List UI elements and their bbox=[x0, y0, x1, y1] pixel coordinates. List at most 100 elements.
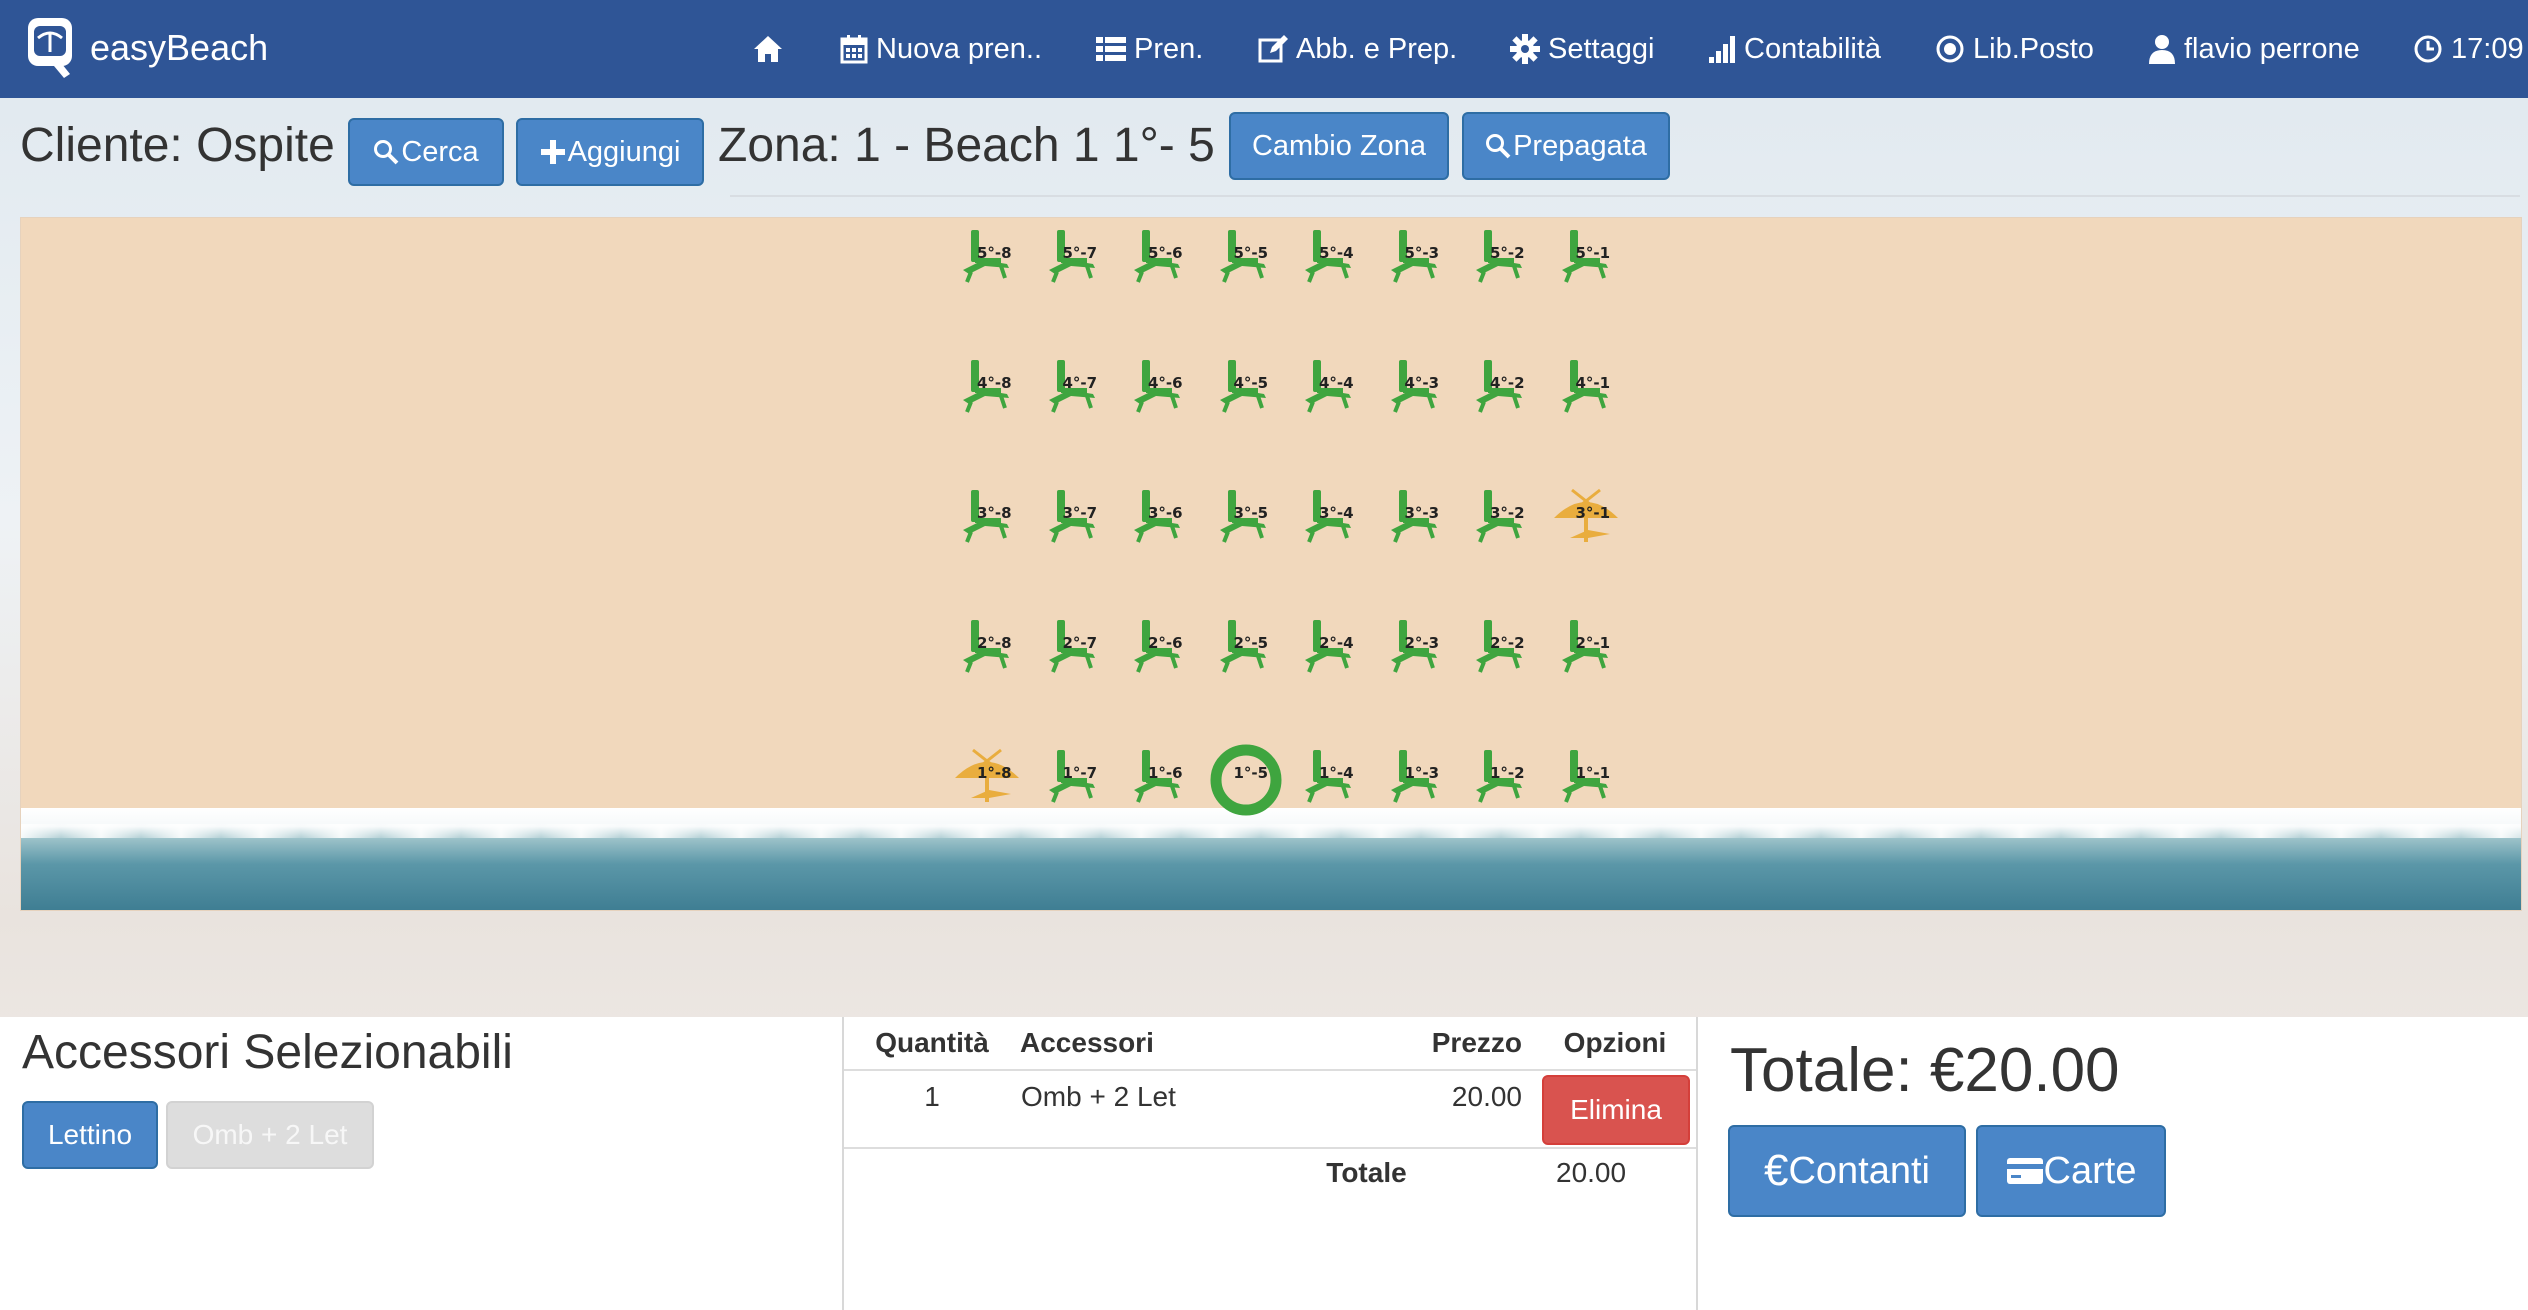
accessories-title: Accessori Selezionabili bbox=[22, 1026, 513, 1079]
sunbed-icon bbox=[1561, 620, 1608, 673]
search-icon bbox=[374, 140, 399, 165]
beach-spot[interactable]: 3°-6 bbox=[1120, 482, 1200, 562]
beach-spot[interactable]: 2°-3 bbox=[1377, 612, 1457, 692]
beach-spot[interactable]: 5°-5 bbox=[1206, 222, 1286, 302]
nav-user-menu[interactable]: flavio perrone bbox=[2148, 0, 2360, 98]
beach-spot[interactable]: 3°-7 bbox=[1035, 482, 1115, 562]
nav-abbonamenti[interactable]: Abb. e Prep. bbox=[1258, 0, 1457, 98]
client-label: Cliente: Ospite bbox=[20, 119, 335, 172]
beach-spot[interactable]: 2°-7 bbox=[1035, 612, 1115, 692]
beach-spot[interactable]: 4°-7 bbox=[1035, 352, 1115, 432]
beach-spot[interactable]: 1°-1 bbox=[1548, 742, 1628, 822]
beach-spot[interactable]: 3°-4 bbox=[1291, 482, 1371, 562]
spot-label: 2°-6 bbox=[1148, 634, 1183, 652]
beach-spot[interactable]: 2°-4 bbox=[1291, 612, 1371, 692]
beach-spot[interactable]: 1°-7 bbox=[1035, 742, 1115, 822]
beach-spot[interactable]: 1°-2 bbox=[1462, 742, 1542, 822]
beach-spot[interactable]: 3°-5 bbox=[1206, 482, 1286, 562]
nav-libera-posto[interactable]: Lib.Posto bbox=[1935, 0, 2094, 98]
card-payment-button[interactable]: Carte bbox=[1976, 1125, 2166, 1217]
beach-spot[interactable]: 4°-3 bbox=[1377, 352, 1457, 432]
nav-nuova-prenotazione[interactable]: Nuova pren.. bbox=[840, 0, 1042, 98]
nav-settaggi[interactable]: Settaggi bbox=[1510, 0, 1654, 98]
sunbed-icon bbox=[1219, 490, 1266, 543]
beach-spot[interactable]: 5°-6 bbox=[1120, 222, 1200, 302]
spot-label: 5°-3 bbox=[1404, 244, 1440, 262]
beach-spot[interactable]: 1°-4 bbox=[1291, 742, 1371, 822]
beach-spot[interactable]: 5°-2 bbox=[1462, 222, 1542, 302]
delete-label: Elimina bbox=[1570, 1094, 1662, 1125]
beach-spot[interactable]: 2°-8 bbox=[949, 612, 1029, 692]
beach-spot[interactable]: 4°-5 bbox=[1206, 352, 1286, 432]
easybeach-logo-icon bbox=[28, 18, 72, 78]
beach-spot[interactable]: 2°-2 bbox=[1462, 612, 1542, 692]
beach-spot[interactable]: 5°-4 bbox=[1291, 222, 1371, 302]
beach-spot[interactable]: 1°-5 bbox=[1206, 742, 1286, 822]
header-accessori: Accessori bbox=[1020, 1017, 1321, 1071]
spot-label: 3°-4 bbox=[1319, 504, 1354, 522]
divider bbox=[730, 195, 2520, 197]
beach-spot[interactable]: 2°-5 bbox=[1206, 612, 1286, 692]
sunbed-icon bbox=[1305, 620, 1351, 673]
nav-home[interactable] bbox=[752, 0, 792, 98]
beach-spot[interactable]: 1°-8 bbox=[949, 742, 1029, 822]
beach-spot[interactable]: 4°-4 bbox=[1291, 352, 1371, 432]
beach-spot[interactable]: 4°-6 bbox=[1120, 352, 1200, 432]
calendar-icon bbox=[840, 35, 868, 64]
sunbed-icon bbox=[1476, 230, 1522, 283]
prepaid-button[interactable]: Prepagata bbox=[1462, 112, 1670, 180]
cart-accessory: Omb + 2 Let bbox=[1021, 1081, 1176, 1112]
nav-prenotazioni[interactable]: Pren. bbox=[1096, 0, 1203, 98]
spot-label: 1°-1 bbox=[1575, 764, 1611, 782]
clock-icon bbox=[2414, 35, 2442, 63]
sunbed-icon bbox=[1561, 230, 1608, 283]
cart-price: 20.00 bbox=[1451, 1081, 1522, 1112]
beach-spot[interactable]: 2°-1 bbox=[1548, 612, 1628, 692]
beach-spot[interactable]: 1°-6 bbox=[1120, 742, 1200, 822]
umbrella-icon bbox=[1553, 488, 1618, 542]
beach-spot[interactable]: 3°-1 bbox=[1548, 482, 1628, 562]
search-client-label: Cerca bbox=[401, 135, 479, 168]
nav-contabilita[interactable]: Contabilità bbox=[1708, 0, 1881, 98]
beach-spot[interactable]: 5°-7 bbox=[1035, 222, 1115, 302]
beach-spot[interactable]: 5°-3 bbox=[1377, 222, 1457, 302]
gear-icon bbox=[1510, 34, 1540, 64]
selected-ring-icon bbox=[1210, 744, 1281, 816]
beach-spot[interactable]: 5°-8 bbox=[949, 222, 1029, 302]
beach-spot[interactable]: 3°-3 bbox=[1377, 482, 1457, 562]
delete-item-button[interactable]: Elimina bbox=[1542, 1075, 1690, 1145]
spot-label: 1°-8 bbox=[977, 764, 1012, 782]
beach-spot[interactable]: 1°-3 bbox=[1377, 742, 1457, 822]
add-client-label: Aggiungi bbox=[567, 135, 681, 168]
spot-label: 3°-1 bbox=[1575, 504, 1611, 522]
beach-spot[interactable]: 3°-2 bbox=[1462, 482, 1542, 562]
spot-label: 4°-7 bbox=[1062, 374, 1098, 392]
accessory-lettino-button[interactable]: Lettino bbox=[22, 1101, 158, 1169]
spot-label: 1°-6 bbox=[1148, 764, 1183, 782]
search-client-button[interactable]: Cerca bbox=[348, 118, 504, 186]
sunbed-icon bbox=[1048, 490, 1095, 543]
cash-payment-button[interactable]: € Contanti bbox=[1728, 1125, 1966, 1217]
sunbed-icon bbox=[963, 230, 1009, 283]
beach-spot[interactable]: 5°-1 bbox=[1548, 222, 1628, 302]
beach-spot[interactable]: 3°-8 bbox=[949, 482, 1029, 562]
sunbed-icon bbox=[1305, 360, 1351, 413]
spot-label: 4°-2 bbox=[1490, 374, 1525, 392]
table-row: 1 Omb + 2 Let 20.00 Elimina bbox=[844, 1070, 1696, 1148]
nav-label: Settaggi bbox=[1548, 32, 1655, 65]
sunbed-icon bbox=[1390, 360, 1437, 413]
change-zone-label: Cambio Zona bbox=[1251, 129, 1427, 162]
beach-spot[interactable]: 4°-1 bbox=[1548, 352, 1628, 432]
sunbed-icon bbox=[963, 360, 1009, 413]
header-opzioni: Opzioni bbox=[1534, 1017, 1696, 1071]
brand[interactable]: easyBeach bbox=[24, 14, 268, 82]
accessories-panel: Accessori Selezionabili Lettino Omb + 2 … bbox=[0, 1017, 842, 1310]
add-client-button[interactable]: Aggiungi bbox=[516, 118, 704, 186]
spot-label: 3°-6 bbox=[1148, 504, 1183, 522]
beach-spot[interactable]: 4°-2 bbox=[1462, 352, 1542, 432]
sunbed-icon bbox=[1390, 750, 1437, 803]
beach-spot[interactable]: 4°-8 bbox=[949, 352, 1029, 432]
spot-label: 1°-2 bbox=[1490, 764, 1525, 782]
beach-spot[interactable]: 2°-6 bbox=[1120, 612, 1200, 692]
change-zone-button[interactable]: Cambio Zona bbox=[1229, 112, 1449, 180]
